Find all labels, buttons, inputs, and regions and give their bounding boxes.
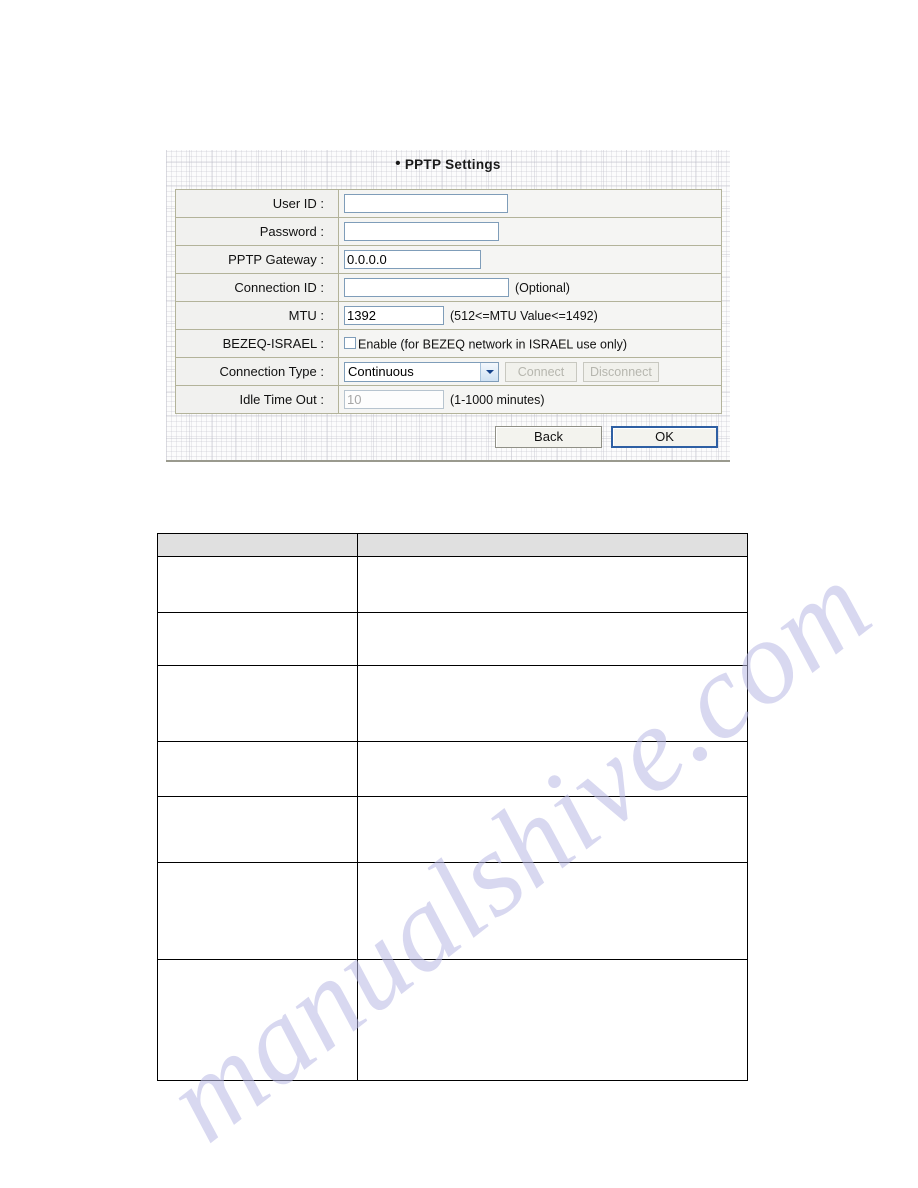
user-id-input[interactable] [344,194,508,213]
description-cell-term [157,612,358,666]
mtu-cell: 1392 (512<=MTU Value<=1492) [338,301,722,330]
disconnect-button[interactable]: Disconnect [583,361,659,382]
connection-id-input[interactable] [344,278,509,297]
panel-title: • PPTP Settings [166,155,730,173]
table-row [157,612,748,666]
table-row [157,556,748,613]
connection-type-cell: Continuous Connect Disconnect [338,357,722,386]
mtu-input[interactable]: 1392 [344,306,444,325]
table-row [157,665,748,742]
description-cell-term [157,665,358,742]
form-row-connection-id: Connection ID : (Optional) [175,273,722,302]
description-cell-text [357,862,748,960]
connect-button[interactable]: Connect [505,361,577,382]
connection-type-select[interactable]: Continuous [344,361,499,382]
pptp-form-table: User ID : Password : PPTP Gateway : 0.0.… [175,189,722,414]
connection-id-label: Connection ID : [175,273,339,302]
panel-button-row: Back OK [486,426,718,448]
form-row-user-id: User ID : [175,189,722,218]
connection-type-selected-value: Continuous [348,363,414,379]
user-id-label: User ID : [175,189,339,218]
form-row-password: Password : [175,217,722,246]
pptp-gateway-label: PPTP Gateway : [175,245,339,274]
description-header-cell-2 [357,533,748,557]
connection-id-hint: (Optional) [515,280,570,295]
description-cell-text [357,612,748,666]
table-row [157,796,748,863]
ok-button[interactable]: OK [611,426,718,448]
bezeq-enable-checkbox[interactable] [344,337,356,350]
bullet-icon: • [395,155,401,172]
description-cell-text [357,959,748,1081]
form-row-bezeq-israel: BEZEQ-ISRAEL : Enable (for BEZEQ network… [175,329,722,358]
password-label: Password : [175,217,339,246]
bezeq-enable-label: Enable (for BEZEQ network in ISRAEL use … [358,337,628,352]
description-cell-text [357,556,748,613]
password-input[interactable] [344,222,499,241]
password-cell [338,217,722,246]
form-row-connection-type: Connection Type : Continuous Connect Disco… [175,357,722,386]
mtu-label: MTU : [175,301,339,330]
description-cell-term [157,556,358,613]
bezeq-israel-cell: Enable (for BEZEQ network in ISRAEL use … [338,329,722,358]
mtu-hint: (512<=MTU Value<=1492) [450,308,598,323]
connection-type-label: Connection Type : [175,357,339,386]
back-button[interactable]: Back [495,426,602,448]
description-cell-term [157,796,358,863]
table-row [157,741,748,797]
form-row-pptp-gateway: PPTP Gateway : 0.0.0.0 [175,245,722,274]
description-cell-term [157,741,358,797]
bezeq-israel-label: BEZEQ-ISRAEL : [175,329,339,358]
description-table [157,533,748,1081]
panel-title-text: PPTP Settings [404,157,501,172]
idle-time-out-hint: (1-1000 minutes) [450,392,545,407]
idle-time-out-input[interactable]: 10 [344,390,444,409]
idle-time-out-label: Idle Time Out : [175,385,339,414]
connection-id-cell: (Optional) [338,273,722,302]
user-id-cell [338,189,722,218]
description-cell-text [357,796,748,863]
pptp-settings-panel: • PPTP Settings User ID : Password : PPTP… [166,150,730,462]
description-cell-term [157,862,358,960]
description-table-header-row [157,533,748,557]
pptp-gateway-cell: 0.0.0.0 [338,245,722,274]
description-cell-text [357,665,748,742]
chevron-down-icon[interactable] [480,362,498,381]
table-row [157,959,748,1081]
description-cell-text [357,741,748,797]
panel-bottom-divider [166,460,730,462]
form-row-mtu: MTU : 1392 (512<=MTU Value<=1492) [175,301,722,330]
description-cell-term [157,959,358,1081]
description-header-cell-1 [157,533,358,557]
form-row-idle-time-out: Idle Time Out : 10 (1-1000 minutes) [175,385,722,414]
table-row [157,862,748,960]
pptp-gateway-input[interactable]: 0.0.0.0 [344,250,481,269]
idle-time-out-cell: 10 (1-1000 minutes) [338,385,722,414]
